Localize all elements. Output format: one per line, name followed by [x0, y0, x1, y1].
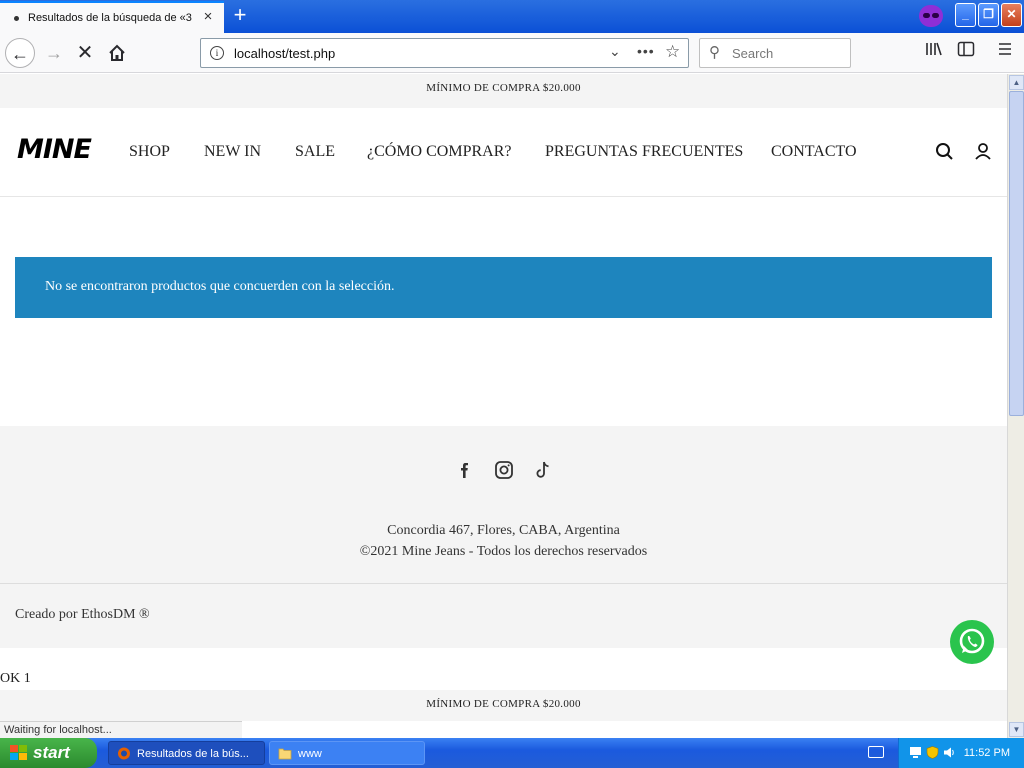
- instagram-icon[interactable]: [493, 459, 515, 481]
- facebook-icon[interactable]: [454, 459, 476, 481]
- tab-title: Resultados de la búsqueda de «31: [28, 12, 192, 24]
- tiktok-icon[interactable]: [532, 459, 554, 481]
- scroll-down-arrow-icon[interactable]: ▼: [1009, 722, 1024, 737]
- start-button[interactable]: start: [0, 738, 97, 768]
- nav-sale[interactable]: SALE: [295, 143, 335, 161]
- search-icon[interactable]: [935, 142, 955, 162]
- site-logo[interactable]: MINE: [17, 134, 92, 165]
- library-icon[interactable]: [925, 41, 943, 62]
- footer-divider: [0, 583, 1007, 584]
- stop-button[interactable]: ✕: [70, 38, 100, 68]
- nav-new-in[interactable]: NEW IN: [204, 143, 261, 161]
- footer-address: Concordia 467, Flores, CABA, Argentina: [387, 523, 620, 538]
- tab-close-icon[interactable]: ×: [201, 9, 215, 24]
- browser-tab-bar: Resultados de la búsqueda de «31 × + _ ❐…: [0, 0, 1024, 33]
- taskbar-item-browser[interactable]: Resultados de la bús...: [108, 741, 265, 765]
- footer-credit[interactable]: Creado por EthosDM ®: [15, 607, 150, 623]
- scroll-thumb[interactable]: [1009, 91, 1024, 416]
- security-shield-icon[interactable]: [926, 746, 939, 759]
- min-purchase-banner: MÍNIMO DE COMPRA $20.000: [0, 74, 1007, 108]
- loading-icon: [14, 15, 19, 21]
- start-label: start: [33, 743, 70, 762]
- minimize-button[interactable]: _: [955, 3, 976, 27]
- browser-toolbar: ← → ✕ i localhost/test.php ⌄ ••• ☆ ⚲ Sea…: [0, 33, 1024, 73]
- no-products-notice: No se encontraron productos que concuerd…: [15, 257, 992, 318]
- close-window-button[interactable]: ✕: [1001, 3, 1022, 27]
- forward-button[interactable]: →: [39, 38, 69, 68]
- windows-taskbar: start Resultados de la bús... www 11:52 …: [0, 738, 1024, 768]
- private-browsing-icon: [919, 5, 943, 27]
- search-input[interactable]: ⚲ Search: [699, 38, 851, 68]
- user-account-icon[interactable]: [973, 142, 993, 162]
- nav-como-comprar[interactable]: ¿CÓMO COMPRAR?: [367, 143, 511, 161]
- footer-copyright: ©2021 Mine Jeans - Todos los derechos re…: [359, 544, 648, 559]
- address-bar[interactable]: i localhost/test.php ⌄ ••• ☆: [200, 38, 689, 68]
- search-icon: ⚲: [709, 44, 720, 61]
- site-info-icon[interactable]: i: [210, 46, 224, 60]
- home-icon: [109, 44, 125, 61]
- site-footer: Concordia 467, Flores, CABA, Argentina ©…: [0, 426, 1007, 648]
- network-icon[interactable]: [909, 746, 922, 759]
- min-purchase-banner-repeat: MÍNIMO DE COMPRA $20.000: [0, 690, 1007, 721]
- hamburger-menu-icon[interactable]: [997, 41, 1013, 62]
- whatsapp-button[interactable]: [950, 620, 994, 664]
- page-viewport: MÍNIMO DE COMPRA $20.000 MINE SHOP NEW I…: [0, 74, 1007, 721]
- active-tab[interactable]: Resultados de la búsqueda de «31 ×: [0, 1, 224, 33]
- chevron-down-icon[interactable]: ⌄: [609, 43, 621, 60]
- nav-preguntas-frecuentes[interactable]: PREGUNTAS FRECUENTES: [545, 143, 743, 161]
- sidebar-icon[interactable]: [957, 41, 975, 62]
- url-text: localhost/test.php: [234, 46, 336, 61]
- back-button[interactable]: ←: [5, 38, 35, 68]
- taskbar-item-folder[interactable]: www: [269, 741, 425, 765]
- keyboard-icon[interactable]: [868, 746, 884, 758]
- clock[interactable]: 11:52 PM: [964, 738, 1010, 768]
- page-scrollbar[interactable]: ▲ ▼: [1007, 74, 1024, 738]
- restore-button[interactable]: ❐: [978, 3, 999, 27]
- taskbar-item-label: Resultados de la bús...: [137, 748, 249, 760]
- volume-icon[interactable]: [943, 746, 956, 759]
- nav-contacto[interactable]: CONTACTO: [771, 143, 857, 161]
- home-button[interactable]: [102, 38, 132, 68]
- scroll-up-arrow-icon[interactable]: ▲: [1009, 75, 1024, 90]
- whatsapp-icon: [959, 628, 985, 654]
- site-header: MINE SHOP NEW IN SALE ¿CÓMO COMPRAR? PRE…: [0, 108, 1007, 197]
- debug-output: OK 1: [0, 671, 31, 686]
- system-tray: 11:52 PM: [898, 738, 1024, 768]
- search-placeholder: Search: [732, 46, 774, 61]
- footer-address-block: Concordia 467, Flores, CABA, Argentina ©…: [0, 520, 1007, 562]
- taskbar-item-label: www: [298, 748, 322, 760]
- windows-logo-icon: [10, 745, 27, 760]
- new-tab-button[interactable]: +: [228, 4, 252, 28]
- bookmark-star-icon[interactable]: ☆: [665, 42, 680, 62]
- nav-shop[interactable]: SHOP: [129, 143, 170, 161]
- folder-icon: [278, 748, 292, 760]
- browser-status-bar: Waiting for localhost...: [0, 721, 242, 738]
- page-actions-icon[interactable]: •••: [637, 43, 655, 59]
- firefox-icon: [118, 747, 130, 760]
